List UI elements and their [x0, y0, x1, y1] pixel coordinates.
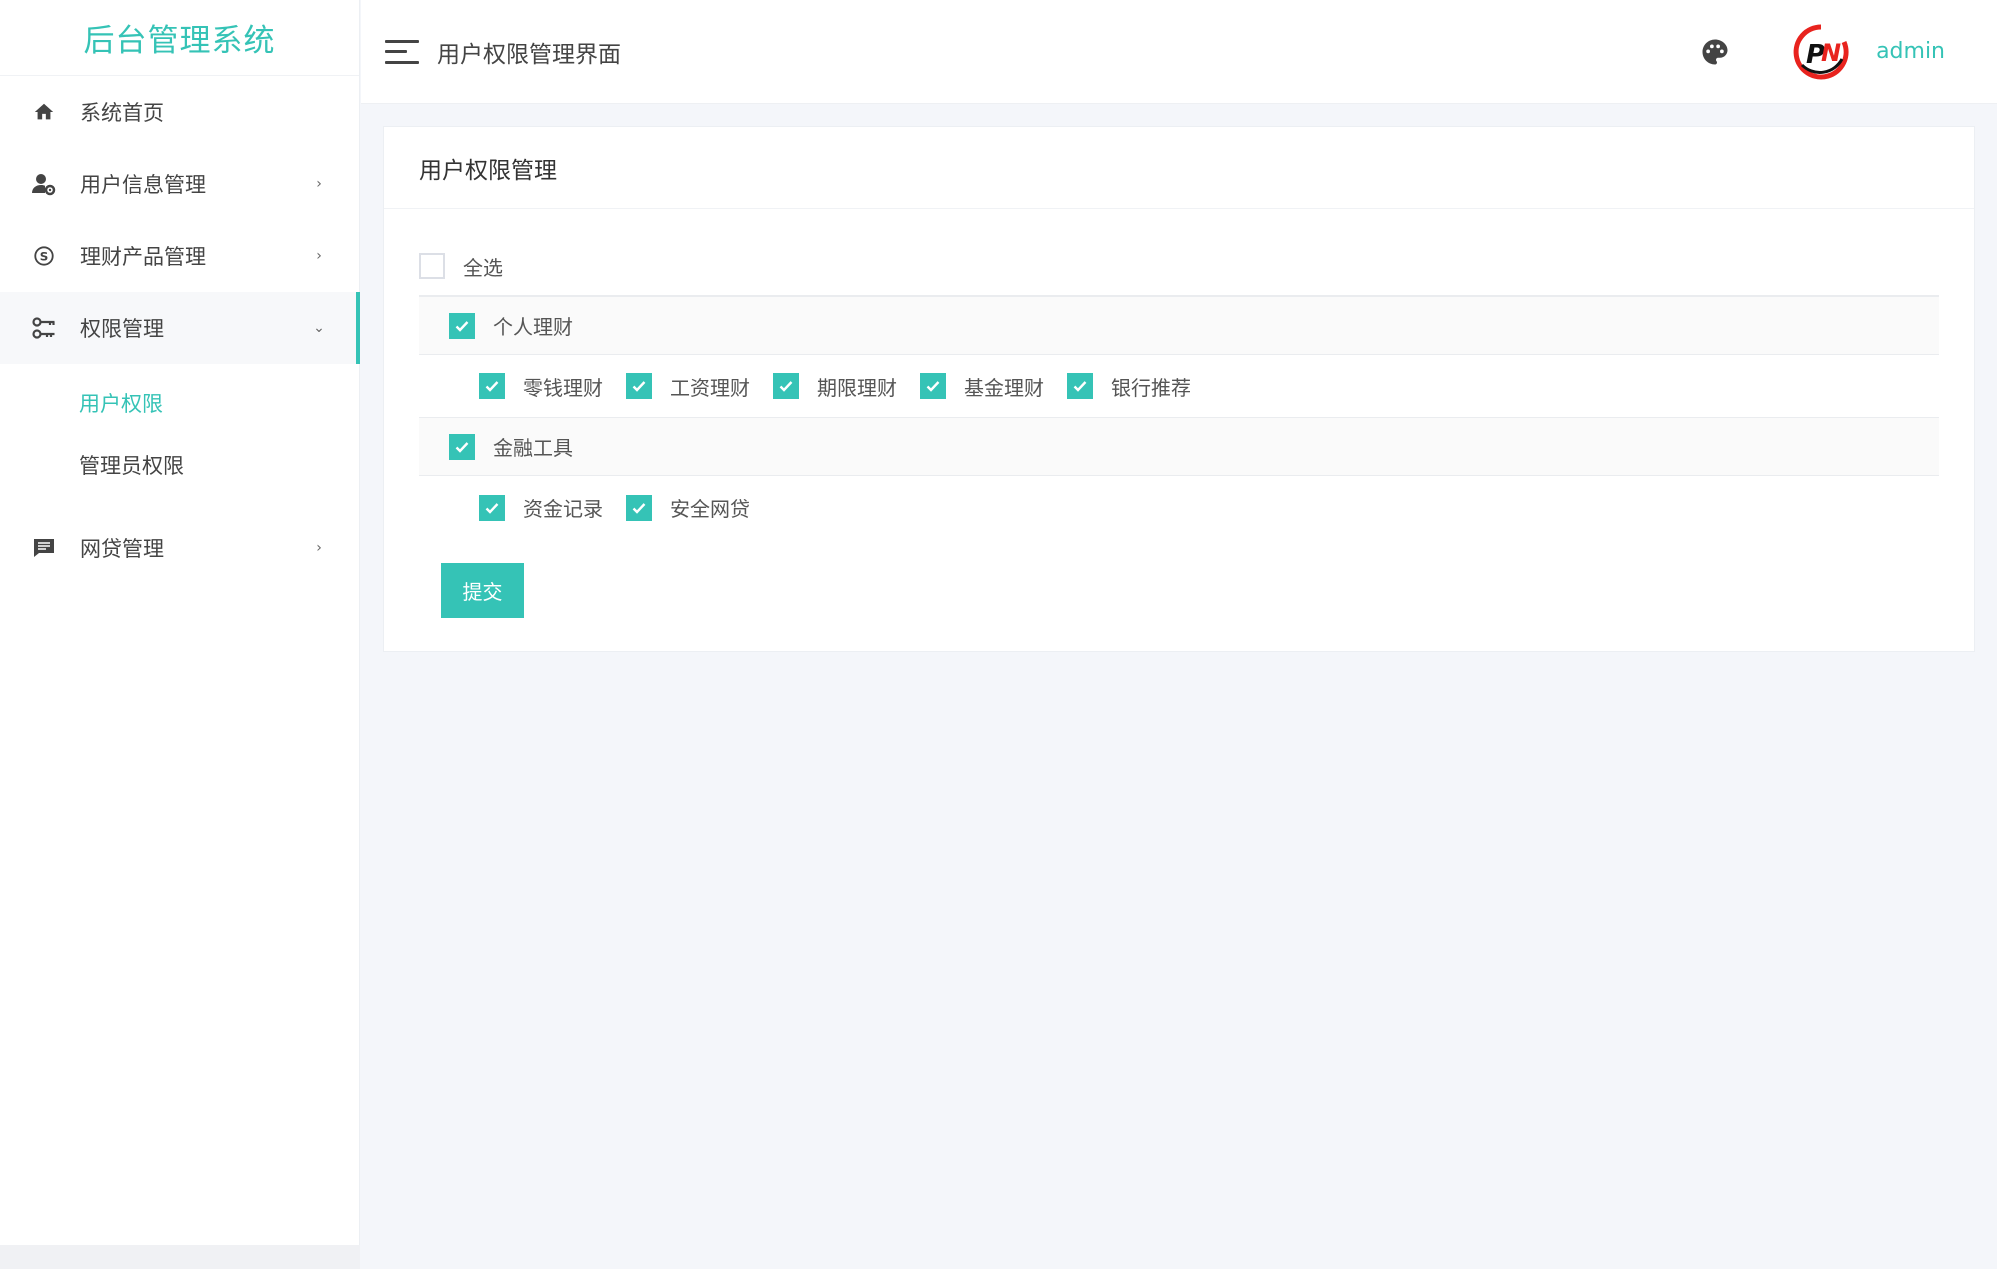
- group-label: 个人理财: [493, 315, 573, 339]
- submit-button[interactable]: 提交: [441, 563, 524, 618]
- sidebar-subitem-admin-permissions[interactable]: 管理员权限: [0, 434, 359, 496]
- sidebar-item-home[interactable]: 系统首页: [0, 76, 359, 148]
- option-label: 基金理财: [964, 375, 1044, 400]
- permissions-card: 用户权限管理 全选 个人理财 零钱理财 工资理财 期限理财 基金理财 银行推荐 …: [383, 126, 1975, 652]
- select-all-label: 全选: [463, 255, 503, 280]
- option-term-finance[interactable]: 期限理财: [773, 372, 897, 401]
- skype-icon: S: [30, 242, 58, 270]
- checkbox[interactable]: [920, 373, 946, 399]
- menu-toggle-icon[interactable]: [385, 39, 419, 64]
- svg-text:N: N: [1821, 39, 1841, 67]
- checkbox[interactable]: [773, 373, 799, 399]
- card-title: 用户权限管理: [384, 127, 1974, 209]
- topbar: 用户权限管理界面 P N admin: [361, 0, 1997, 104]
- option-label: 期限理财: [817, 375, 897, 400]
- user-gear-icon: [30, 170, 58, 198]
- user-name[interactable]: admin: [1876, 39, 1945, 64]
- home-icon: [30, 98, 58, 126]
- sidebar-item-finance-products[interactable]: S 理财产品管理 ›: [0, 220, 359, 292]
- chevron-right-icon: ›: [316, 540, 322, 556]
- sidebar-item-label: 系统首页: [80, 101, 164, 125]
- group-label: 金融工具: [493, 436, 573, 460]
- sidebar-footer: [0, 1245, 360, 1269]
- group-checkbox-personal-finance[interactable]: [449, 312, 475, 339]
- select-all-row: 全选: [419, 237, 1939, 297]
- chevron-right-icon: ›: [316, 176, 322, 192]
- checkbox[interactable]: [479, 494, 505, 521]
- option-small-change-finance[interactable]: 零钱理财: [479, 372, 603, 401]
- sidebar-item-label: 理财产品管理: [80, 245, 206, 269]
- option-salary-finance[interactable]: 工资理财: [626, 372, 750, 401]
- message-icon: [30, 534, 58, 562]
- option-bank-recommend[interactable]: 银行推荐: [1067, 372, 1191, 401]
- palette-icon[interactable]: [1700, 37, 1730, 67]
- checkbox[interactable]: [1067, 373, 1093, 399]
- sidebar-item-label: 用户信息管理: [80, 173, 206, 197]
- sidebar-item-label: 网贷管理: [80, 537, 164, 561]
- checkbox[interactable]: [479, 373, 505, 399]
- option-label: 安全网贷: [670, 497, 750, 521]
- group-row-financial-tools: 金融工具: [419, 418, 1939, 476]
- sidebar-item-label: 权限管理: [80, 317, 164, 341]
- select-all-checkbox[interactable]: [419, 253, 445, 279]
- sidebar-subitem-user-permissions[interactable]: 用户权限: [0, 372, 359, 434]
- group-checkbox-financial-tools[interactable]: [449, 433, 475, 460]
- chevron-down-icon: ⌄: [313, 320, 325, 336]
- permissions-submenu: 用户权限 管理员权限: [0, 364, 359, 512]
- sidebar: 后台管理系统 系统首页 用户信息管理 › S 理财产品管理 › 权限管理 ⌄ 用…: [0, 0, 360, 1245]
- permissions-form: 全选 个人理财 零钱理财 工资理财 期限理财 基金理财 银行推荐 金融工具 资金…: [384, 209, 1974, 618]
- option-fund-finance[interactable]: 基金理财: [920, 372, 1044, 401]
- sidebar-item-user-info[interactable]: 用户信息管理 ›: [0, 148, 359, 220]
- child-row-financial-tools: 资金记录 安全网贷: [419, 476, 1939, 539]
- option-label: 资金记录: [523, 497, 603, 521]
- avatar[interactable]: P N: [1790, 20, 1853, 83]
- option-safe-loans[interactable]: 安全网贷: [626, 493, 750, 522]
- child-row-personal-finance: 零钱理财 工资理财 期限理财 基金理财 银行推荐: [419, 355, 1939, 418]
- option-label: 零钱理财: [523, 375, 603, 400]
- group-row-personal-finance: 个人理财: [419, 297, 1939, 355]
- sidebar-item-permissions[interactable]: 权限管理 ⌄: [0, 292, 360, 364]
- sidebar-item-p2p-loans[interactable]: 网贷管理 ›: [0, 512, 359, 584]
- chevron-right-icon: ›: [316, 248, 322, 264]
- option-label: 银行推荐: [1111, 375, 1191, 400]
- svg-text:S: S: [40, 250, 49, 264]
- checkbox[interactable]: [626, 373, 652, 399]
- page-heading: 用户权限管理界面: [437, 41, 621, 68]
- app-title: 后台管理系统: [0, 0, 359, 76]
- option-fund-records[interactable]: 资金记录: [479, 493, 603, 522]
- option-label: 工资理财: [670, 375, 750, 400]
- key-icon: [30, 314, 58, 342]
- checkbox[interactable]: [626, 494, 652, 521]
